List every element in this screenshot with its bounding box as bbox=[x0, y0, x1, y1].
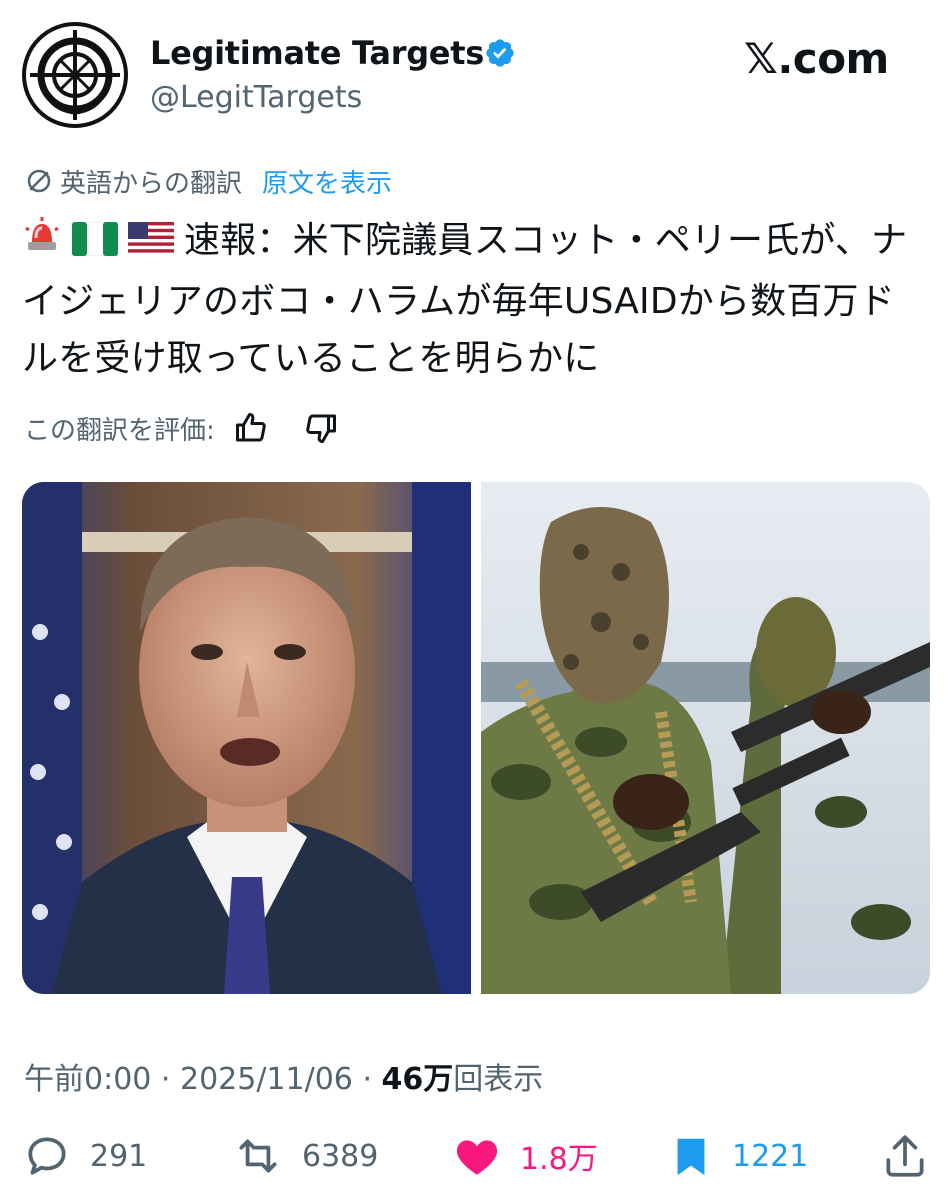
tweet-time[interactable]: 午前0:00 bbox=[24, 1062, 151, 1097]
rating-label: この翻訳を評価: bbox=[24, 415, 215, 446]
share-icon bbox=[886, 1135, 924, 1177]
translation-label: 英語からの翻訳 bbox=[60, 168, 243, 199]
militants-photo-illustration bbox=[481, 482, 930, 994]
tweet-text: 速報：米下院議員スコット・ペリー氏が、ナイジェリアのボコ・ハラムが毎年USAID… bbox=[22, 212, 927, 387]
reply-icon bbox=[28, 1137, 66, 1175]
views-label: 回表示 bbox=[453, 1062, 544, 1097]
photo-politician[interactable] bbox=[22, 482, 471, 994]
crosshair-wreath-logo bbox=[30, 30, 120, 120]
heart-icon bbox=[456, 1140, 498, 1175]
verified-badge-icon bbox=[486, 39, 514, 67]
action-bar: 291 6389 1.8万 1221 bbox=[0, 1128, 952, 1184]
thumbs-down-icon[interactable] bbox=[303, 410, 339, 446]
like-count: 1.8万 bbox=[520, 1142, 598, 1177]
repost-icon bbox=[239, 1139, 277, 1173]
translation-rating-row: この翻訳を評価: bbox=[24, 408, 339, 448]
tweet-date[interactable]: 2025/11/06 bbox=[180, 1062, 353, 1097]
thumbs-up-icon[interactable] bbox=[233, 410, 269, 446]
reply-button[interactable]: 291 bbox=[22, 1128, 147, 1184]
show-original-link[interactable]: 原文を表示 bbox=[262, 163, 392, 200]
us-flag-emoji bbox=[128, 216, 174, 273]
x-com-logo: 𝕏.com bbox=[744, 34, 889, 83]
user-handle[interactable]: @LegitTargets bbox=[150, 80, 362, 115]
rotating-light-emoji bbox=[22, 216, 62, 273]
tweet-meta: 午前0:00 · 2025/11/06 · 46万回表示 bbox=[24, 1062, 544, 1097]
bookmark-button[interactable]: 1221 bbox=[668, 1128, 808, 1184]
photo-militants[interactable] bbox=[481, 482, 930, 994]
share-button[interactable] bbox=[880, 1128, 948, 1184]
repost-button[interactable]: 6389 bbox=[232, 1128, 378, 1184]
display-name[interactable]: Legitimate Targets bbox=[150, 34, 484, 72]
bookmark-count: 1221 bbox=[732, 1138, 809, 1174]
politician-photo-illustration bbox=[22, 482, 471, 994]
translate-globe-icon bbox=[27, 169, 51, 193]
reply-count: 291 bbox=[90, 1138, 148, 1174]
bookmark-icon bbox=[677, 1138, 705, 1176]
avatar[interactable] bbox=[22, 22, 128, 128]
like-button[interactable]: 1.8万 bbox=[452, 1128, 598, 1184]
views-count: 46万 bbox=[381, 1062, 454, 1097]
translation-row: 英語からの翻訳 原文を表示 bbox=[24, 163, 392, 200]
repost-count: 6389 bbox=[302, 1138, 379, 1174]
tweet-media[interactable] bbox=[22, 482, 930, 994]
nigeria-flag-emoji bbox=[71, 216, 119, 273]
